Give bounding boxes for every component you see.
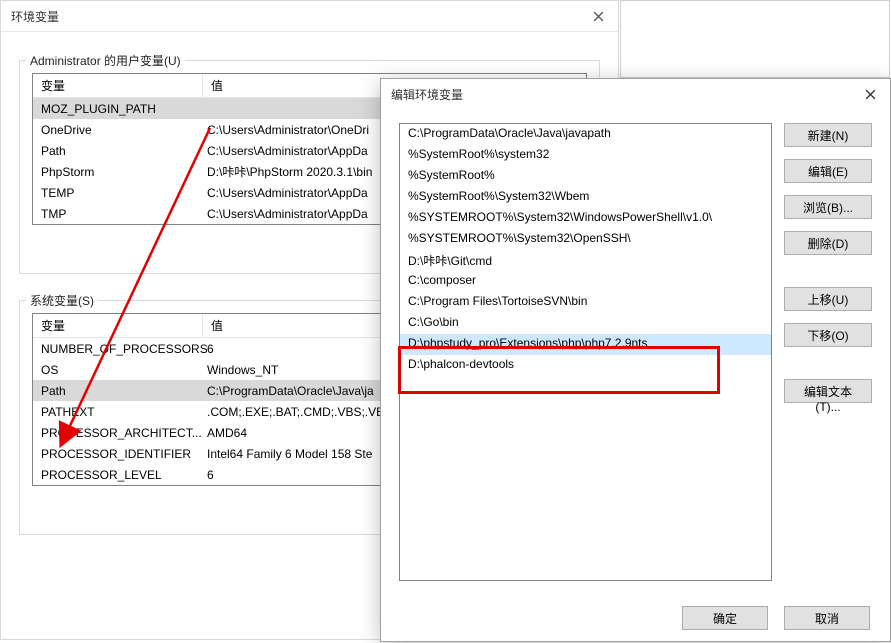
- cancel-button[interactable]: 取消: [784, 606, 870, 630]
- delete-button[interactable]: 删除(D): [784, 231, 872, 255]
- var-name: PROCESSOR_IDENTIFIER: [41, 447, 207, 461]
- browse-button[interactable]: 浏览(B)...: [784, 195, 872, 219]
- var-name: TMP: [41, 207, 207, 221]
- var-name: PROCESSOR_ARCHITECT...: [41, 426, 207, 440]
- edit-text-button[interactable]: 编辑文本(T)...: [784, 379, 872, 403]
- path-list[interactable]: C:\ProgramData\Oracle\Java\javapath%Syst…: [399, 123, 772, 581]
- list-item[interactable]: C:\ProgramData\Oracle\Java\javapath: [400, 124, 771, 145]
- list-item[interactable]: C:\composer: [400, 271, 771, 292]
- col-variable[interactable]: 变量: [33, 314, 203, 337]
- list-item[interactable]: D:\phalcon-devtools: [400, 355, 771, 376]
- col-variable[interactable]: 变量: [33, 74, 203, 97]
- ok-button[interactable]: 确定: [682, 606, 768, 630]
- list-item[interactable]: D:\phpstudy_pro\Extensions\php\php7.2.9n…: [400, 334, 771, 355]
- var-name: MOZ_PLUGIN_PATH: [41, 102, 207, 116]
- list-item[interactable]: %SystemRoot%: [400, 166, 771, 187]
- edit-titlebar: 编辑环境变量: [381, 79, 890, 109]
- list-item[interactable]: %SYSTEMROOT%\System32\WindowsPowerShell\…: [400, 208, 771, 229]
- edit-button[interactable]: 编辑(E): [784, 159, 872, 183]
- side-buttons: 新建(N) 编辑(E) 浏览(B)... 删除(D) 上移(U) 下移(O) 编…: [784, 123, 872, 581]
- user-vars-label: Administrator 的用户变量(U): [26, 52, 185, 69]
- list-item[interactable]: %SystemRoot%\system32: [400, 145, 771, 166]
- new-button[interactable]: 新建(N): [784, 123, 872, 147]
- move-down-button[interactable]: 下移(O): [784, 323, 872, 347]
- edit-footer: 确定 取消: [381, 595, 890, 641]
- close-icon[interactable]: [850, 79, 890, 109]
- var-name: Path: [41, 384, 207, 398]
- list-item[interactable]: %SYSTEMROOT%\System32\OpenSSH\: [400, 229, 771, 250]
- var-name: OneDrive: [41, 123, 207, 137]
- edit-env-var-dialog: 编辑环境变量 C:\ProgramData\Oracle\Java\javapa…: [380, 78, 891, 642]
- var-name: OS: [41, 363, 207, 377]
- background-panel: [620, 0, 890, 78]
- edit-title: 编辑环境变量: [391, 86, 463, 103]
- edit-body: C:\ProgramData\Oracle\Java\javapath%Syst…: [381, 109, 890, 595]
- list-item[interactable]: D:\咔咔\Git\cmd: [400, 250, 771, 271]
- var-name: TEMP: [41, 186, 207, 200]
- close-icon[interactable]: [578, 1, 618, 32]
- list-item[interactable]: C:\Program Files\TortoiseSVN\bin: [400, 292, 771, 313]
- var-name: PATHEXT: [41, 405, 207, 419]
- list-item[interactable]: C:\Go\bin: [400, 313, 771, 334]
- system-vars-label: 系统变量(S): [26, 292, 98, 309]
- var-name: PhpStorm: [41, 165, 207, 179]
- env-title: 环境变量: [11, 8, 59, 25]
- move-up-button[interactable]: 上移(U): [784, 287, 872, 311]
- var-name: PROCESSOR_LEVEL: [41, 468, 207, 482]
- list-item[interactable]: %SystemRoot%\System32\Wbem: [400, 187, 771, 208]
- env-titlebar: 环境变量: [1, 1, 618, 32]
- var-name: Path: [41, 144, 207, 158]
- var-name: NUMBER_OF_PROCESSORS: [41, 342, 207, 356]
